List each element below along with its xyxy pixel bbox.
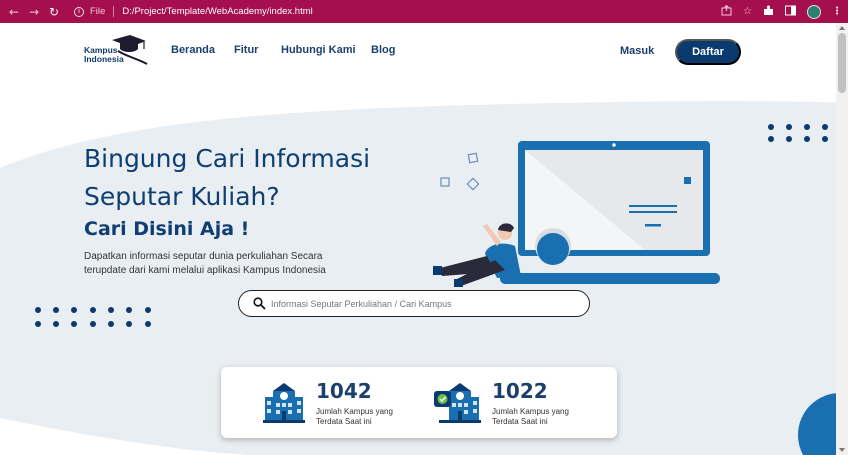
nav-link-hubungi-kami[interactable]: Hubungi Kami	[281, 44, 356, 56]
address-separator	[113, 6, 115, 17]
address-bar[interactable]: i File D:/Project/Template/WebAcademy/in…	[74, 6, 313, 17]
menu-kebab-icon[interactable]: ⋮	[832, 6, 842, 17]
side-panel-icon[interactable]	[785, 5, 796, 19]
stat-value-2: 1022	[492, 379, 548, 403]
url-text[interactable]: D:/Project/Template/WebAcademy/index.htm…	[122, 6, 312, 17]
register-button[interactable]: Daftar	[675, 39, 741, 65]
stat-label-1: Jumlah Kampus yang Terdata Saat ini	[316, 407, 393, 426]
hero-description: Dapatkan informasi seputar dunia perkuli…	[84, 251, 326, 276]
search-bar[interactable]	[238, 290, 590, 317]
search-input[interactable]	[271, 298, 571, 309]
back-icon[interactable]: ←	[4, 0, 24, 23]
bookmark-star-icon[interactable]: ☆	[743, 6, 752, 17]
search-icon	[249, 294, 269, 314]
file-label: File	[90, 6, 106, 17]
browser-toolbar: ← → ↻ i File D:/Project/Template/WebAcad…	[0, 0, 848, 23]
stat-value-1: 1042	[316, 379, 372, 403]
web-page: Kampus Indonesia Beranda Fitur Hubungi K…	[0, 23, 848, 455]
brand-logo[interactable]: Kampus Indonesia	[84, 35, 150, 67]
nav-link-blog[interactable]: Blog	[371, 44, 395, 56]
page-scrollbar[interactable]	[836, 23, 848, 455]
stats-card: 1042 Jumlah Kampus yang Terdata Saat ini…	[221, 367, 617, 438]
nav-link-fitur[interactable]: Fitur	[234, 44, 258, 56]
laptop-illustration	[433, 141, 720, 287]
campus-building-icon	[263, 383, 305, 423]
profile-avatar[interactable]	[807, 4, 821, 19]
forward-icon[interactable]: →	[24, 0, 44, 23]
scrollbar-thumb[interactable]	[838, 33, 846, 93]
hero-subtitle: Cari Disini Aja !	[84, 218, 250, 240]
scroll-down-icon[interactable]	[839, 448, 845, 452]
share-icon[interactable]	[721, 4, 732, 19]
nav-link-beranda[interactable]: Beranda	[171, 44, 215, 56]
logo-text-line2: Indonesia	[84, 54, 124, 64]
hero-title: Bingung Cari Informasi Seputar Kuliah?	[84, 144, 371, 211]
campus-verified-icon	[434, 383, 481, 423]
scroll-up-icon[interactable]	[839, 26, 845, 30]
login-link[interactable]: Masuk	[620, 45, 654, 57]
info-icon[interactable]: i	[74, 6, 84, 17]
stat-label-2: Jumlah Kampus yang Terdata Saat ini	[492, 407, 569, 426]
extensions-icon[interactable]	[763, 5, 774, 19]
reload-icon[interactable]: ↻	[44, 0, 64, 23]
